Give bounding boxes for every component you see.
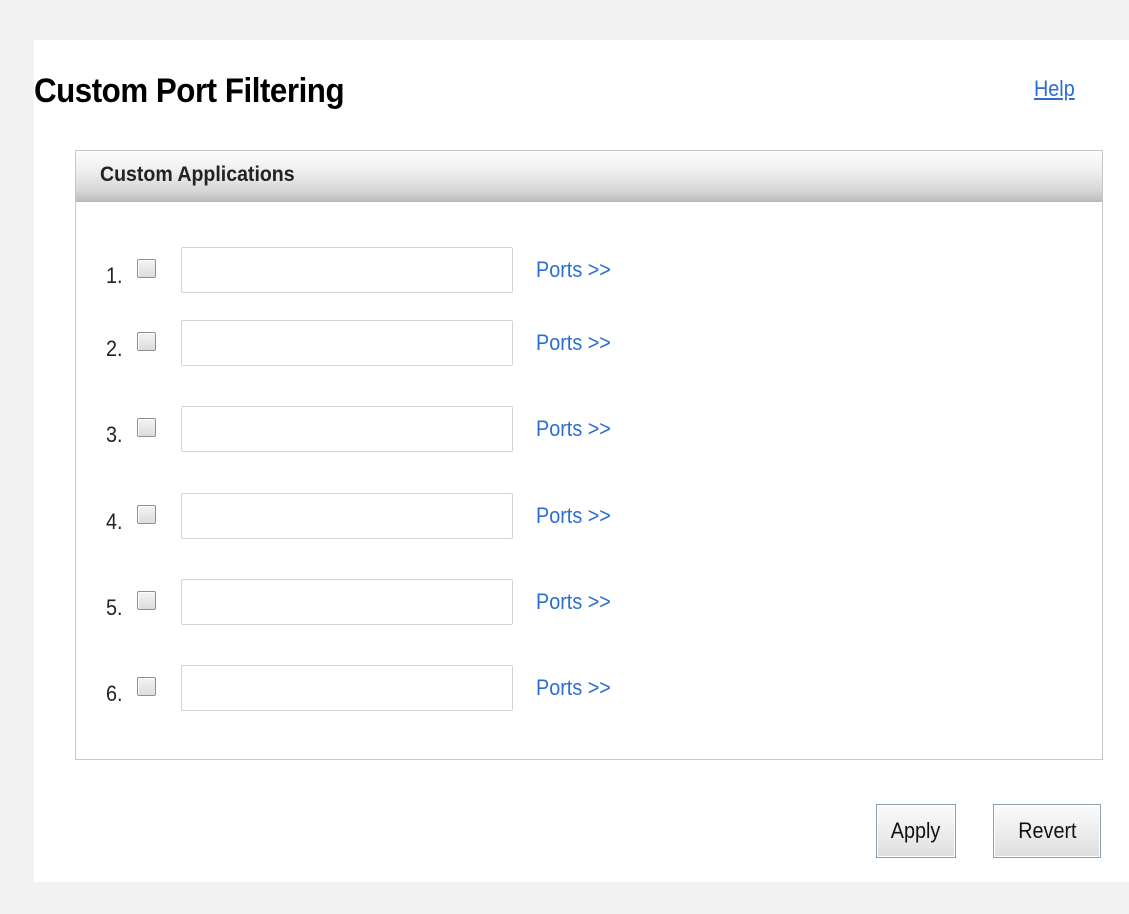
ports-link[interactable]: Ports >> — [536, 589, 611, 615]
enable-checkbox[interactable] — [137, 505, 156, 524]
application-row-6: 6. Ports >> — [76, 665, 1102, 713]
row-number: 2. — [106, 336, 123, 361]
application-row-5: 5. Ports >> — [76, 579, 1102, 627]
row-number: 3. — [106, 422, 123, 447]
row-number: 5. — [106, 595, 123, 620]
application-name-input[interactable] — [181, 493, 513, 539]
row-number: 6. — [106, 681, 123, 706]
application-name-input[interactable] — [181, 665, 513, 711]
revert-button-label: Revert — [1017, 818, 1077, 843]
enable-checkbox[interactable] — [137, 259, 156, 278]
application-name-input[interactable] — [181, 406, 513, 452]
enable-checkbox[interactable] — [137, 418, 156, 437]
help-link[interactable]: Help — [1034, 76, 1075, 102]
content-panel: Custom Port Filtering Help Custom Applic… — [34, 40, 1129, 882]
application-name-input[interactable] — [181, 320, 513, 366]
page-title: Custom Port Filtering — [34, 72, 345, 110]
application-row-2: 2. Ports >> — [76, 320, 1102, 368]
revert-button[interactable]: Revert — [993, 804, 1101, 858]
application-row-3: 3. Ports >> — [76, 406, 1102, 454]
application-name-input[interactable] — [181, 247, 513, 293]
enable-checkbox[interactable] — [137, 591, 156, 610]
enable-checkbox[interactable] — [137, 332, 156, 351]
ports-link[interactable]: Ports >> — [536, 330, 611, 356]
ports-link[interactable]: Ports >> — [536, 675, 611, 701]
application-name-input[interactable] — [181, 579, 513, 625]
enable-checkbox[interactable] — [137, 677, 156, 696]
ports-link[interactable]: Ports >> — [536, 257, 611, 283]
ports-link[interactable]: Ports >> — [536, 503, 611, 529]
apply-button[interactable]: Apply — [876, 804, 956, 858]
apply-button-label: Apply — [891, 818, 941, 843]
ports-link[interactable]: Ports >> — [536, 416, 611, 442]
section-title: Custom Applications — [100, 163, 295, 186]
row-number: 4. — [106, 509, 123, 534]
section-header: Custom Applications — [76, 151, 1102, 202]
row-number: 1. — [106, 263, 123, 288]
application-row-1: 1. Ports >> — [76, 247, 1102, 295]
application-row-4: 4. Ports >> — [76, 493, 1102, 541]
custom-applications-section: Custom Applications 1. Ports >> 2. Ports… — [75, 150, 1103, 760]
